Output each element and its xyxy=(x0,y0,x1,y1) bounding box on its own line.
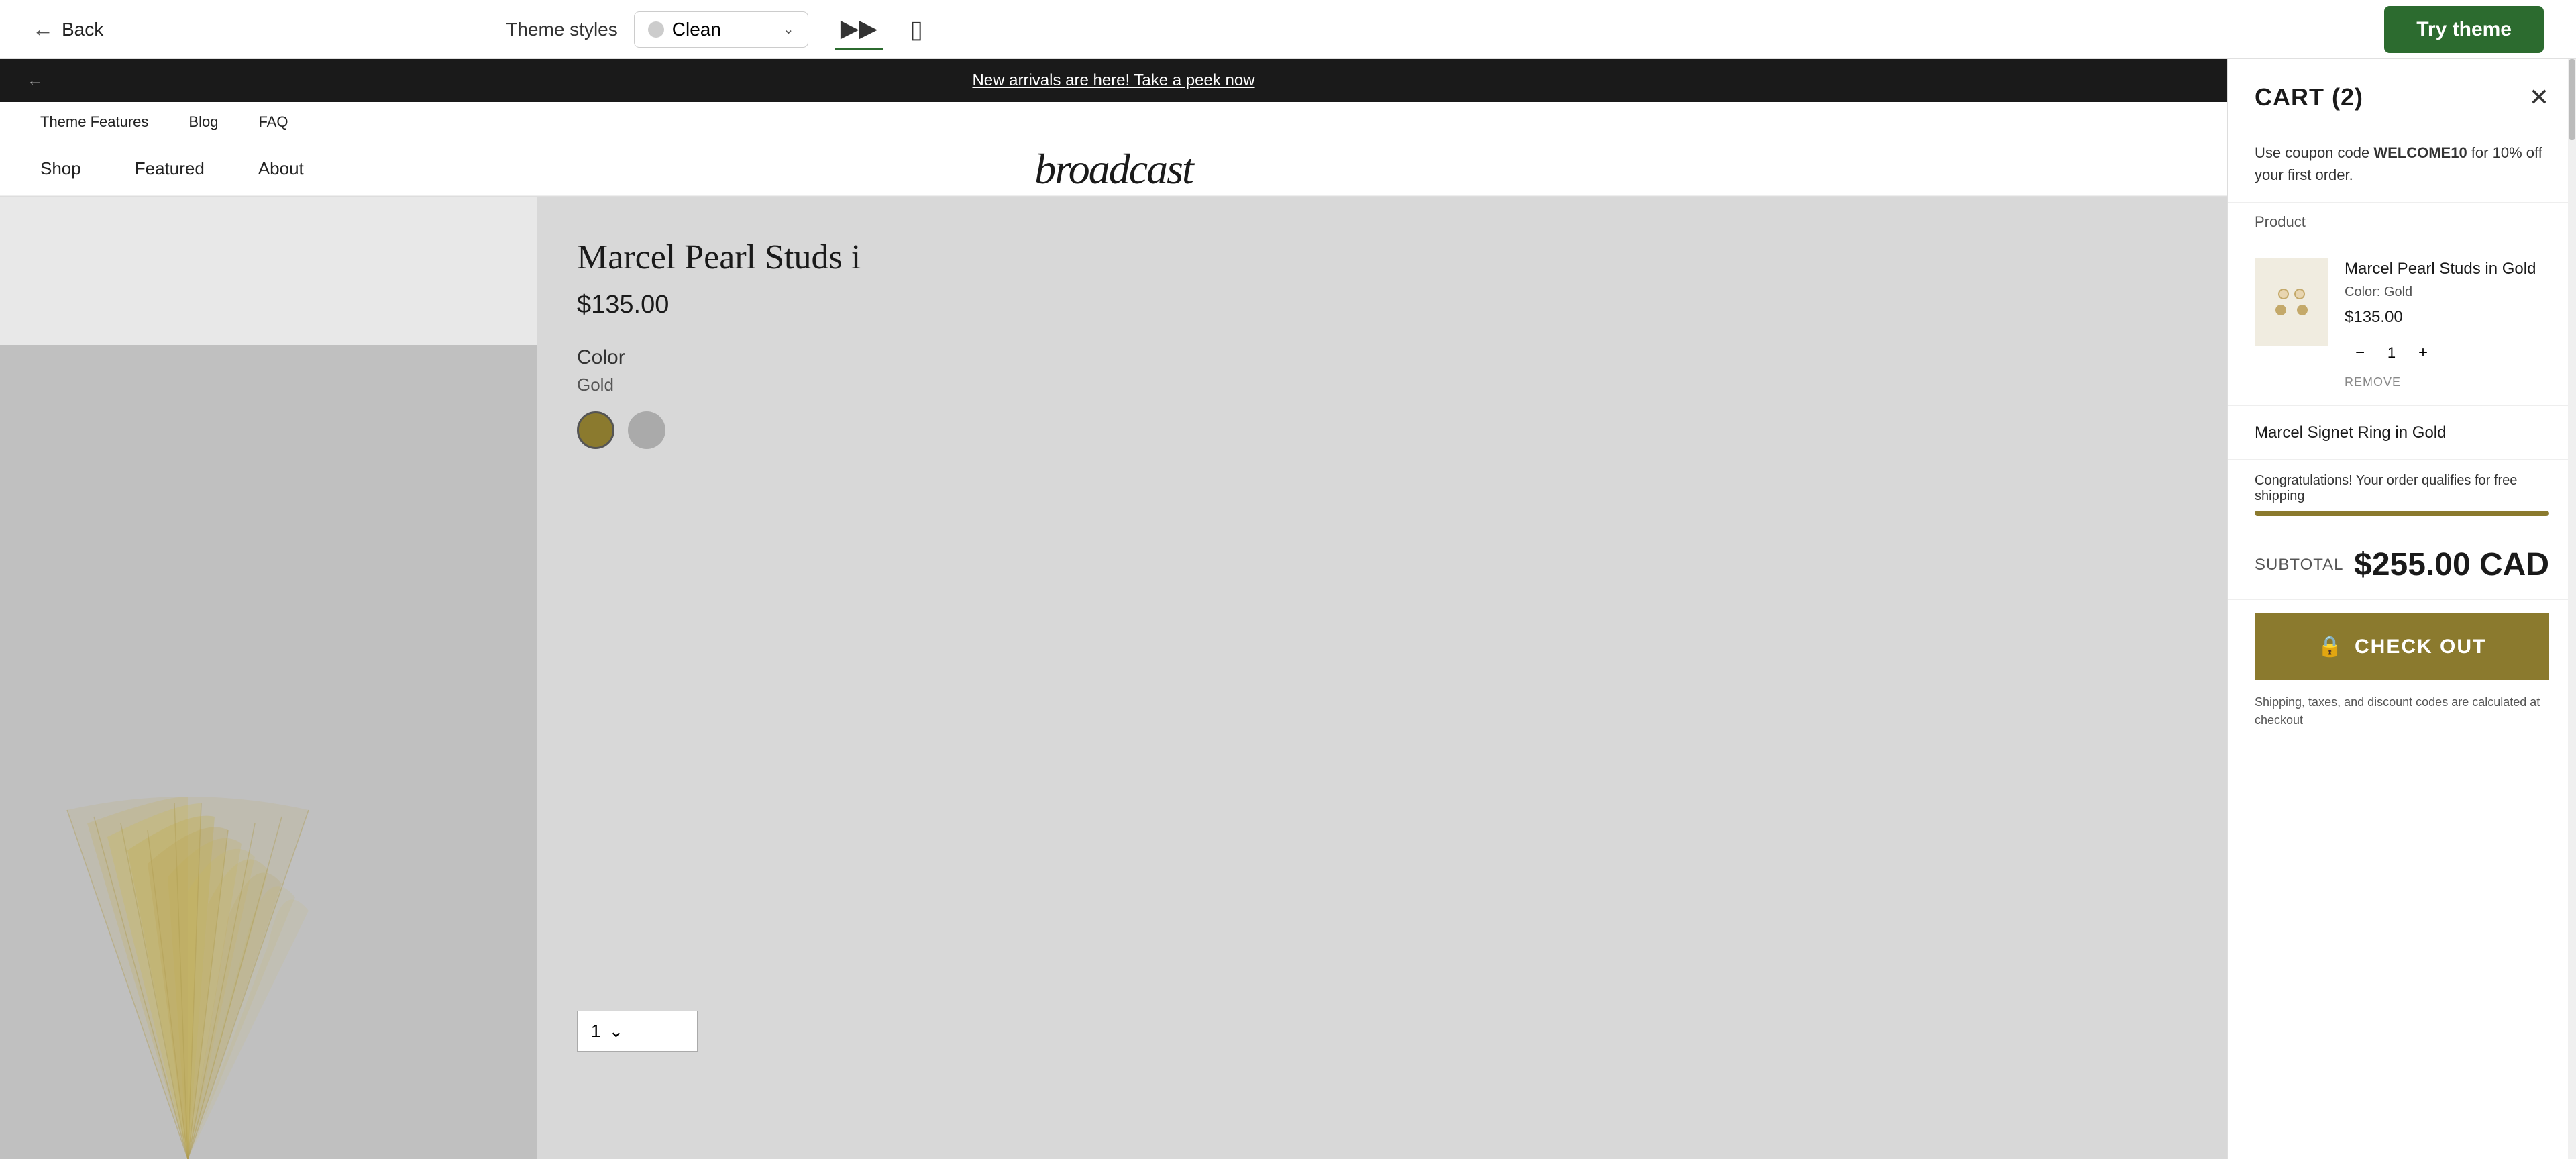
theme-styles-label: Theme styles xyxy=(506,19,618,40)
desktop-view-icon[interactable]: ▶▶ xyxy=(835,9,883,50)
quantity-value: 1 xyxy=(591,1021,600,1042)
color-swatch-silver[interactable] xyxy=(628,411,665,449)
shipping-progress-fill xyxy=(2255,511,2549,516)
checkout-button[interactable]: 🔒 CHECK OUT xyxy=(2255,613,2549,680)
nav-blog[interactable]: Blog xyxy=(189,113,218,131)
cart-item-1-price: $135.00 xyxy=(2345,308,2549,327)
color-swatch-gold[interactable] xyxy=(577,411,614,449)
subtotal-amount: $255.00 CAD xyxy=(2354,546,2549,583)
cart-item-1: Marcel Pearl Studs in Gold Color: Gold $… xyxy=(2228,242,2576,406)
nav-faq[interactable]: FAQ xyxy=(258,113,288,131)
back-arrow-icon: ← xyxy=(32,17,54,42)
announcement-text: New arrivals are here! Take a peek now xyxy=(972,71,1254,90)
cart-item-1-qty-value: 1 xyxy=(2375,338,2408,368)
back-label: Back xyxy=(62,19,103,40)
cart-item-1-name: Marcel Pearl Studs in Gold xyxy=(2345,258,2549,279)
cart-item-1-color: Color: Gold xyxy=(2345,285,2549,300)
cart-shipping-text: Congratulations! Your order qualifies fo… xyxy=(2255,473,2549,504)
cart-panel: CART (2) ✕ Use coupon code WELCOME10 for… xyxy=(2227,59,2576,1159)
cart-product-header: Product xyxy=(2228,203,2576,242)
cart-item-2-name: Marcel Signet Ring in Gold xyxy=(2255,422,2549,443)
product-color-label: Color xyxy=(577,346,2187,369)
checkout-label: CHECK OUT xyxy=(2355,636,2486,658)
chevron-down-icon: ⌄ xyxy=(783,21,794,38)
subtotal-label: SUBTOTAL xyxy=(2255,556,2343,574)
cart-header: CART (2) ✕ xyxy=(2228,59,2576,125)
cart-item-1-remove-button[interactable]: REMOVE xyxy=(2345,375,2549,389)
back-button[interactable]: ← Back xyxy=(32,17,103,42)
cart-item-1-quantity: − 1 + xyxy=(2345,338,2438,368)
quantity-increase-button[interactable]: + xyxy=(2408,338,2438,368)
nav-top: Theme Features Blog FAQ xyxy=(0,102,2227,142)
cart-coupon-code: WELCOME10 xyxy=(2373,144,2467,161)
cart-subtotal: SUBTOTAL $255.00 CAD xyxy=(2228,530,2576,600)
quantity-decrease-button[interactable]: − xyxy=(2345,338,2375,368)
product-title: Marcel Pearl Studs i xyxy=(577,238,2187,277)
nav-featured[interactable]: Featured xyxy=(135,158,205,179)
topbar: ← Back Theme styles Clean ⌄ ▶▶ ▯ Try the… xyxy=(0,0,2576,59)
quantity-select[interactable]: 1 ⌄ xyxy=(577,1011,698,1052)
shipping-progress-bar xyxy=(2255,511,2549,516)
cart-title: CART (2) xyxy=(2255,83,2363,111)
cart-item-1-info: Marcel Pearl Studs in Gold Color: Gold $… xyxy=(2345,258,2549,389)
announcement-prev-arrow[interactable]: ← xyxy=(27,71,43,90)
nav-about[interactable]: About xyxy=(258,158,304,179)
color-swatches xyxy=(577,411,2187,449)
quantity-chevron-icon: ⌄ xyxy=(608,1021,623,1042)
cart-coupon: Use coupon code WELCOME10 for 10% off yo… xyxy=(2228,125,2576,203)
nav-shop[interactable]: Shop xyxy=(40,158,81,179)
preview-area: ← New arrivals are here! Take a peek now… xyxy=(0,59,2227,1159)
cart-coupon-text: Use coupon code xyxy=(2255,144,2373,161)
mobile-view-icon[interactable]: ▯ xyxy=(904,10,928,49)
cart-shipping: Congratulations! Your order qualifies fo… xyxy=(2228,460,2576,530)
quantity-row: 1 ⌄ xyxy=(537,1011,2227,1052)
product-color-value: Gold xyxy=(577,374,2187,395)
style-dot-icon xyxy=(648,21,664,38)
scrollbar-thumb[interactable] xyxy=(2569,59,2575,140)
brand-name: broadcast xyxy=(1034,144,1193,194)
device-icons: ▶▶ ▯ xyxy=(835,9,928,50)
style-name: Clean xyxy=(672,19,721,40)
decorative-fan-icon xyxy=(54,770,349,1159)
checkout-note: Shipping, taxes, and discount codes are … xyxy=(2228,693,2576,743)
cart-close-button[interactable]: ✕ xyxy=(2529,83,2549,111)
product-price: $135.00 xyxy=(577,291,2187,319)
nav-theme-features[interactable]: Theme Features xyxy=(40,113,148,131)
scrollbar[interactable] xyxy=(2568,59,2576,1159)
theme-style-dropdown[interactable]: Clean ⌄ xyxy=(634,11,808,48)
lock-icon: 🔒 xyxy=(2318,635,2344,658)
try-theme-button[interactable]: Try theme xyxy=(2384,6,2544,53)
cart-item-2: Marcel Signet Ring in Gold xyxy=(2228,406,2576,460)
pearl-studs-icon xyxy=(2271,282,2312,322)
cart-item-1-image xyxy=(2255,258,2328,346)
announcement-bar: ← New arrivals are here! Take a peek now xyxy=(0,59,2227,102)
nav-main: Shop Featured About broadcast xyxy=(0,142,2227,196)
